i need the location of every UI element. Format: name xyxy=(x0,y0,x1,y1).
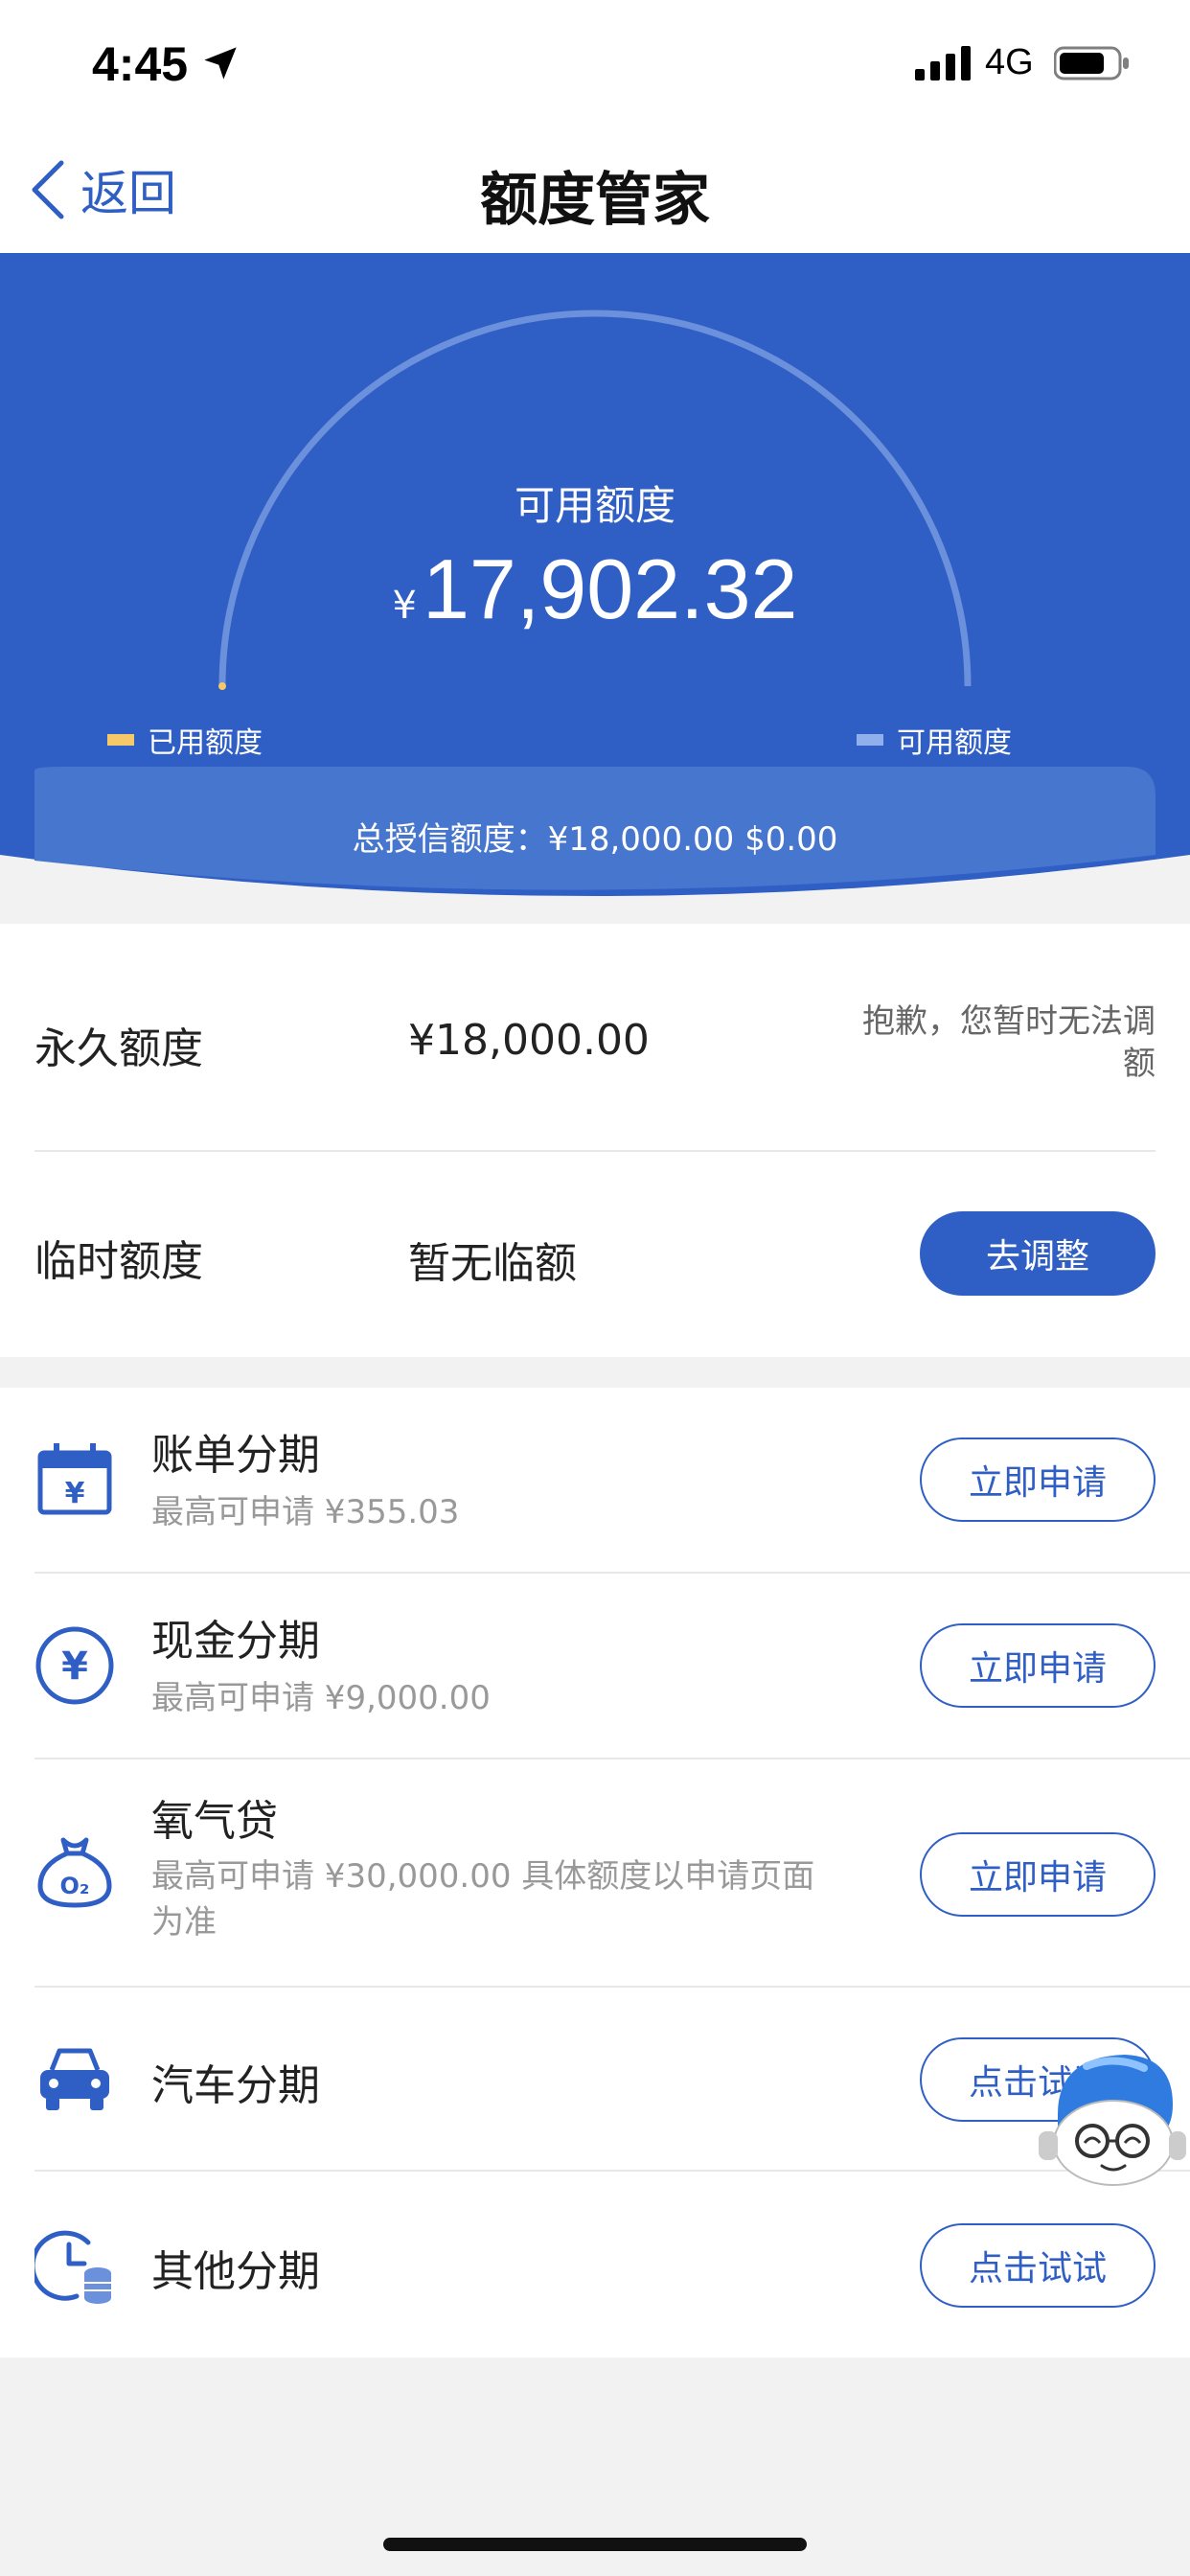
page-title: 额度管家 xyxy=(480,167,710,234)
item-name: 账单分期 xyxy=(151,1431,320,1480)
item-name: 现金分期 xyxy=(151,1617,320,1666)
item-name: 汽车分期 xyxy=(151,2061,320,2110)
list-item: ¥ 现金分期 最高可申请 ¥9,000.00 立即申请 xyxy=(34,1572,1190,1760)
legend-available-swatch xyxy=(857,734,883,746)
installment-list: ¥ 账单分期 最高可申请 ¥355.03 立即申请 ¥ 现金分期 最高可申请 ¥… xyxy=(0,1388,1190,2358)
item-desc: 最高可申请 ¥30,000.00 具体额度以申请页面为准 xyxy=(151,1857,815,1942)
status-time: 4:45 xyxy=(92,37,189,91)
list-item: O₂ 氧气贷 最高可申请 ¥30,000.00 具体额度以申请页面为准 立即申请 xyxy=(34,1758,1190,1988)
location-arrow-icon xyxy=(204,47,237,80)
signal-icon xyxy=(915,46,971,80)
available-amount: ¥17,902.32 xyxy=(0,540,1190,638)
permanent-limit-row: 永久额度 ¥18,000.00 抱歉，您暂时无法调额 xyxy=(34,924,1156,1152)
adjust-button[interactable]: 去调整 xyxy=(920,1211,1156,1296)
svg-text:¥: ¥ xyxy=(61,1644,88,1689)
item-desc: 最高可申请 ¥355.03 xyxy=(151,1493,460,1531)
legend-used-label: 已用额度 xyxy=(148,726,263,760)
list-item: 其他分期 点击试试 xyxy=(34,2170,1190,2358)
list-item: ¥ 账单分期 最高可申请 ¥355.03 立即申请 xyxy=(34,1388,1190,1574)
list-item: 汽车分期 点击试试 xyxy=(34,1986,1190,2172)
permanent-limit-label: 永久额度 xyxy=(34,1024,203,1073)
temporary-limit-label: 临时额度 xyxy=(34,1237,203,1286)
legend-available-label: 可用额度 xyxy=(897,726,1012,760)
permanent-limit-value: ¥18,000.00 xyxy=(408,1016,650,1065)
credit-summary: 可用额度 ¥17,902.32 已用额度 可用额度 总授信额度：¥18,000.… xyxy=(0,253,1190,924)
network-type: 4G xyxy=(985,42,1034,82)
o2-money-bag-icon: O₂ xyxy=(37,1837,112,1908)
nav-bar: 返回 额度管家 xyxy=(0,126,1190,253)
apply-button[interactable]: 立即申请 xyxy=(920,1832,1156,1917)
svg-text:O₂: O₂ xyxy=(60,1873,90,1899)
item-name: 氧气贷 xyxy=(151,1797,278,1846)
available-label: 可用额度 xyxy=(514,482,675,529)
car-icon xyxy=(40,2048,109,2110)
svg-text:¥: ¥ xyxy=(65,1477,85,1510)
gauge-used-marker xyxy=(218,682,226,690)
available-amount-value: 17,902.32 xyxy=(422,541,798,636)
assistant-mascot-icon[interactable] xyxy=(1029,2047,1190,2191)
calendar-yen-icon: ¥ xyxy=(37,1443,112,1515)
yen-coin-icon: ¥ xyxy=(35,1626,114,1705)
item-desc: 最高可申请 ¥9,000.00 xyxy=(151,1679,491,1717)
item-name: 其他分期 xyxy=(151,2247,320,2296)
legend-available: 可用额度 xyxy=(857,719,1012,761)
legend-used: 已用额度 xyxy=(107,719,263,761)
limits-panel: 永久额度 ¥18,000.00 抱歉，您暂时无法调额 临时额度 暂无临额 去调整 xyxy=(0,924,1190,1357)
status-bar: 4:45 4G xyxy=(0,0,1190,126)
battery-icon xyxy=(1054,46,1129,80)
temporary-limit-value: 暂无临额 xyxy=(408,1239,577,1288)
legend-used-swatch xyxy=(107,734,134,746)
total-credit-line: 总授信额度：¥18,000.00 $0.00 xyxy=(352,820,838,859)
permanent-limit-note: 抱歉，您暂时无法调额 xyxy=(862,1002,1156,1083)
currency-symbol: ¥ xyxy=(392,584,417,628)
temporary-limit-row: 临时额度 暂无临额 去调整 xyxy=(34,1150,1156,1357)
apply-button[interactable]: 立即申请 xyxy=(920,1438,1156,1522)
try-button[interactable]: 点击试试 xyxy=(920,2223,1156,2308)
clock-coins-icon xyxy=(34,2230,111,2304)
home-indicator xyxy=(383,2538,807,2551)
apply-button[interactable]: 立即申请 xyxy=(920,1623,1156,1708)
